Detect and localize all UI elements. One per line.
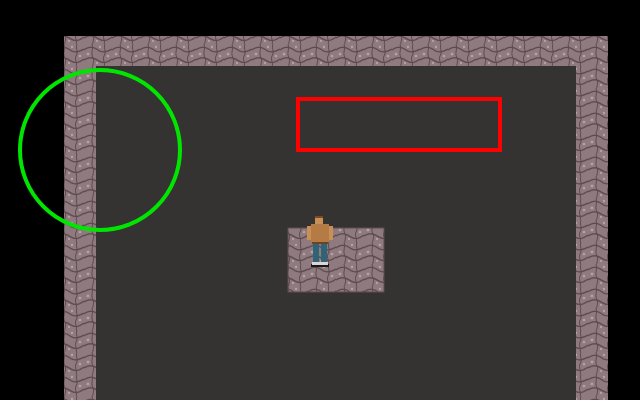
character-torso — [311, 224, 329, 242]
character-right-leg — [321, 244, 327, 262]
character-hair — [315, 216, 323, 218]
right-wall — [576, 36, 608, 400]
character-right-arm — [329, 226, 333, 240]
character-belt — [312, 242, 328, 244]
character-boots — [312, 262, 328, 265]
stone-platform[interactable] — [288, 228, 384, 292]
character-left-arm — [307, 226, 311, 240]
game-scene — [0, 0, 640, 400]
left-wall — [64, 36, 96, 400]
character-left-leg — [313, 244, 319, 262]
top-wall — [64, 36, 608, 66]
